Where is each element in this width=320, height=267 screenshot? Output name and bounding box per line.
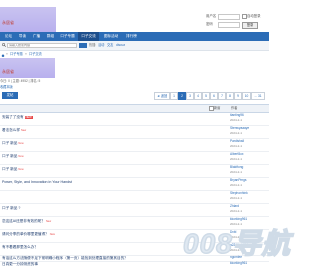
table-row[interactable]: 看法怎么样New Stenwyaaaye 2024-2-1: [0, 125, 269, 139]
thread-author[interactable]: Pardishall: [230, 139, 244, 143]
thread-title[interactable]: 口子 新品: [2, 141, 17, 145]
new-badge: New: [18, 168, 24, 171]
password-input[interactable]: [218, 22, 240, 28]
breadcrumb-sep-0: »: [6, 52, 8, 56]
page-3[interactable]: 3: [186, 92, 194, 100]
nav-item-6[interactable]: 图标活动: [100, 32, 122, 41]
auto-login-label: 自动登录: [247, 14, 261, 18]
hot-search-item-1[interactable]: 交友: [107, 43, 113, 47]
page-5[interactable]: 5: [202, 92, 210, 100]
thread-date: 2024-2-1: [230, 118, 243, 122]
page-10[interactable]: 10: [242, 92, 251, 100]
thread-title[interactable]: 有话这么方法随便不足下常明确小程序（第一页）能找到处理直接的第其目的？: [2, 256, 128, 260]
breadcrumb-sep-1: »: [25, 52, 27, 56]
table-row[interactable]: 口子 新品New Blaktfong 2024-2-1: [0, 164, 269, 178]
table-row[interactable]: Power, Style, and Innovation in Your Han…: [0, 177, 269, 191]
nav-item-4[interactable]: 口子专题: [58, 32, 77, 41]
nav-item-3[interactable]: 群组: [44, 32, 57, 41]
nav-item-0[interactable]: 论坛: [2, 32, 15, 41]
password-label: 密码: [206, 22, 213, 26]
table-row[interactable]: 口子 新品 ? Zhlard 2024-2-1: [0, 203, 269, 217]
thread-date: 2024-2-1: [230, 196, 243, 200]
new-badge: NEW: [24, 116, 33, 119]
new-badge: New: [49, 233, 55, 236]
new-badge: New: [18, 155, 24, 158]
thread-title[interactable]: 恋这这AI还是非有效的呢？: [2, 219, 45, 223]
username-input[interactable]: [218, 14, 240, 20]
nav-item-5[interactable]: 口子交流: [78, 32, 99, 41]
thread-title[interactable]: 看法怎么样: [2, 128, 20, 132]
thread-author[interactable]: kkorking961: [230, 261, 247, 265]
site-logo-text: 永居省: [2, 20, 14, 25]
thread-author[interactable]: kkorking961: [230, 217, 247, 221]
table-row[interactable]: 口子 新品New Pardishall 2024-2-1: [0, 138, 269, 152]
thread-title[interactable]: 口子 新品 ?: [2, 206, 20, 210]
hot-search-label: 热搜:: [89, 42, 97, 47]
thread-author[interactable]: Blaktfong: [230, 165, 243, 169]
table-row[interactable]: 口子 新品New Albert5ox 2024-2-1: [0, 151, 269, 165]
search-bar: 热搜: 活动 交友 discuz: [0, 41, 269, 51]
fav-forum-link[interactable]: 收藏本版: [0, 85, 13, 89]
forum-banner-text: 永居省: [2, 69, 14, 74]
thread-author[interactable]: tianting96: [230, 113, 244, 117]
thread-title[interactable]: Power, Style, and Innovation in Your Han…: [2, 180, 72, 184]
thread-title[interactable]: 安装了了没有: [2, 115, 24, 119]
page-2[interactable]: 2: [178, 92, 186, 100]
thread-date: 2024-2-1: [230, 209, 243, 213]
thread-title[interactable]: 口子 新品: [2, 167, 17, 171]
hot-search-item-2[interactable]: discuz: [116, 43, 125, 47]
thread-author[interactable]: Albert5ox: [230, 152, 243, 156]
thread-title[interactable]: 有不着看那里怎么办？: [2, 245, 38, 249]
forum-banner: [0, 58, 55, 78]
table-row[interactable]: 日真更一分钟测资的事 kkorking961: [0, 261, 269, 267]
watermark-logo: 008导航: [182, 228, 291, 259]
hot-search-item-0[interactable]: 活动: [98, 43, 104, 47]
forum-stats: 今日: 0 | 主题: 4952 | 排名: 5: [0, 79, 41, 83]
thread-author[interactable]: Stenwyaaaye: [230, 126, 249, 130]
breadcrumb-item-forum[interactable]: 口子专题: [10, 52, 23, 56]
new-post-button[interactable]: 发帖: [2, 92, 18, 99]
search-button[interactable]: [79, 42, 87, 48]
nav-item-7[interactable]: 排行榜: [123, 32, 140, 41]
thread-author[interactable]: Zhlard: [230, 204, 239, 208]
thread-date: 2024-2-1: [230, 144, 243, 148]
page-4[interactable]: 4: [194, 92, 202, 100]
main-nav: 论坛 导读 广播 群组 口子专题 口子交流 图标活动 排行榜: [0, 32, 269, 41]
pagination-prev[interactable]: ◄ 返回: [154, 92, 170, 100]
page-7[interactable]: 7: [218, 92, 226, 100]
thread-title[interactable]: 日真更一分钟测资的事: [2, 262, 38, 266]
thread-date: 2024-2-1: [230, 183, 243, 187]
breadcrumb-item-current[interactable]: 口子交流: [29, 52, 42, 56]
table-row[interactable]: 安装了了没有 NEW tianting96 2024-2-1: [0, 112, 269, 126]
page-6[interactable]: 6: [210, 92, 218, 100]
thread-date: 2024-2-1: [230, 170, 243, 174]
new-badge: New: [45, 220, 52, 223]
thread-author[interactable]: BryanPmgs: [230, 178, 246, 182]
thread-title[interactable]: 请问分享的单价哪里更值得？: [2, 232, 49, 236]
page-9[interactable]: 9: [234, 92, 242, 100]
new-badge: New: [20, 129, 27, 132]
thread-author[interactable]: Stephonhink: [230, 191, 248, 195]
thread-date: 2024-2-1: [230, 222, 243, 226]
nav-item-1[interactable]: 导读: [16, 32, 29, 41]
search-input[interactable]: [7, 42, 77, 48]
col-author: 作者: [231, 105, 238, 110]
nav-item-2[interactable]: 广播: [30, 32, 43, 41]
page-8[interactable]: 8: [226, 92, 234, 100]
username-label: 用户名: [206, 14, 217, 18]
page-1[interactable]: 1: [170, 92, 178, 100]
new-window-label: 新窗: [214, 105, 221, 110]
thread-date: 2024-2-1: [230, 131, 243, 135]
page-last[interactable]: ... 31: [251, 92, 265, 100]
search-icon: [2, 43, 7, 48]
login-button[interactable]: 登录: [242, 22, 258, 29]
home-icon[interactable]: [1, 53, 5, 57]
new-badge: New: [18, 142, 24, 145]
thread-date: 2024-2-1: [230, 157, 243, 161]
thread-title[interactable]: 口子 新品: [2, 154, 17, 158]
table-row[interactable]: Stephonhink 2024-2-1: [0, 190, 269, 204]
